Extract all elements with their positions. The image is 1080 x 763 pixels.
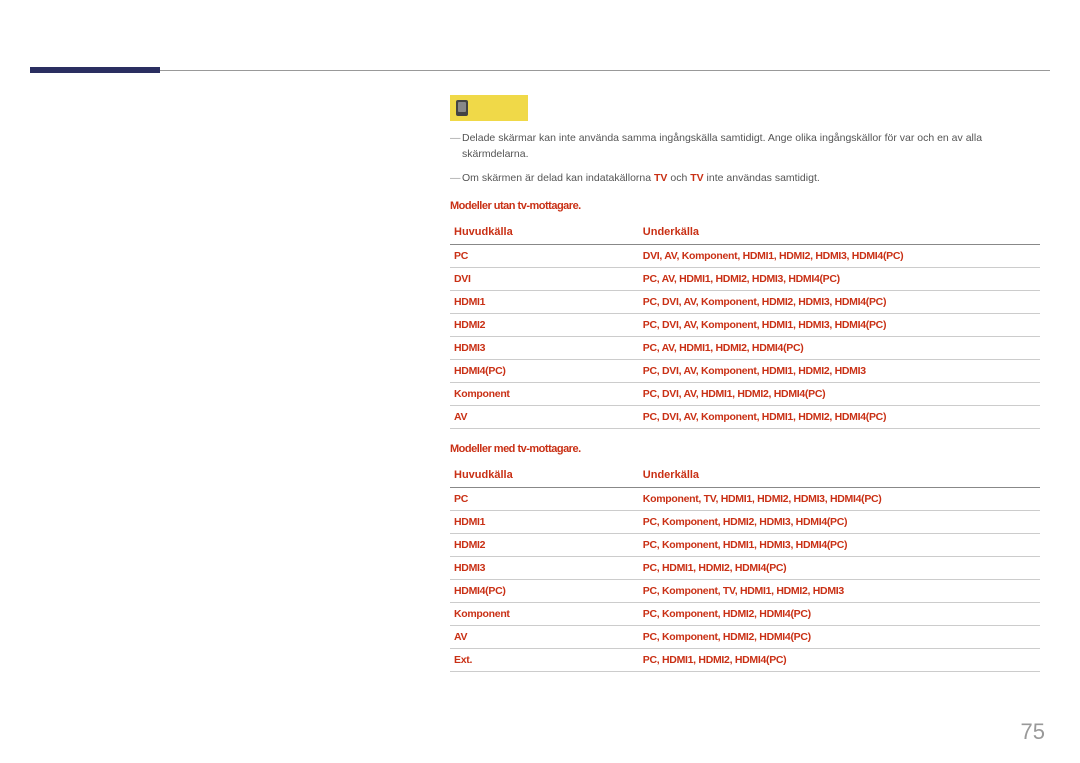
table1-cell: PC, AV, HDMI1, HDMI2, HDMI4(PC)	[639, 337, 1040, 360]
table-row: Ext.PC, HDMI1, HDMI2, HDMI4(PC)	[450, 649, 1040, 672]
table2-cell: PC, Komponent, HDMI2, HDMI4(PC)	[639, 603, 1040, 626]
main-content: Delade skärmar kan inte använda samma in…	[450, 95, 1040, 672]
note2-mid: och	[667, 172, 690, 184]
table-row: DVIPC, AV, HDMI1, HDMI2, HDMI3, HDMI4(PC…	[450, 268, 1040, 291]
note2-prefix: Om skärmen är delad kan indatakällorna	[462, 172, 654, 184]
table-row: KomponentPC, Komponent, HDMI2, HDMI4(PC)	[450, 603, 1040, 626]
highlight-badge	[450, 95, 528, 121]
table1-header-0: Huvudkälla	[450, 220, 639, 245]
table1-cell: PC, DVI, AV, Komponent, HDMI1, HDMI3, HD…	[639, 314, 1040, 337]
table2-cell: PC	[450, 488, 639, 511]
table2-cell: PC, Komponent, HDMI2, HDMI3, HDMI4(PC)	[639, 511, 1040, 534]
table2-header-1: Underkälla	[639, 463, 1040, 488]
table-row: HDMI3PC, AV, HDMI1, HDMI2, HDMI4(PC)	[450, 337, 1040, 360]
table2-cell: PC, Komponent, HDMI1, HDMI3, HDMI4(PC)	[639, 534, 1040, 557]
table-row: HDMI2PC, Komponent, HDMI1, HDMI3, HDMI4(…	[450, 534, 1040, 557]
device-icon	[456, 100, 468, 116]
table2-cell: Komponent, TV, HDMI1, HDMI2, HDMI3, HDMI…	[639, 488, 1040, 511]
table1-cell: AV	[450, 406, 639, 429]
table1-cell: PC	[450, 245, 639, 268]
table-row: HDMI1PC, DVI, AV, Komponent, HDMI2, HDMI…	[450, 291, 1040, 314]
table1-cell: DVI	[450, 268, 639, 291]
table2-cell: PC, HDMI1, HDMI2, HDMI4(PC)	[639, 649, 1040, 672]
section2-title: Modeller med tv-mottagare.	[450, 443, 1040, 455]
table-row: AVPC, DVI, AV, Komponent, HDMI1, HDMI2, …	[450, 406, 1040, 429]
table-row: PCDVI, AV, Komponent, HDMI1, HDMI2, HDMI…	[450, 245, 1040, 268]
table2-cell: Ext.	[450, 649, 639, 672]
table1-header-1: Underkälla	[639, 220, 1040, 245]
table1-cell: PC, AV, HDMI1, HDMI2, HDMI3, HDMI4(PC)	[639, 268, 1040, 291]
table-row: AVPC, Komponent, HDMI2, HDMI4(PC)	[450, 626, 1040, 649]
table2-cell: AV	[450, 626, 639, 649]
table1-cell: PC, DVI, AV, Komponent, HDMI2, HDMI3, HD…	[639, 291, 1040, 314]
header-divider	[30, 70, 1050, 71]
table2-header-0: Huvudkälla	[450, 463, 639, 488]
note-text-1: Delade skärmar kan inte använda samma in…	[450, 131, 1040, 163]
table1-cell: HDMI1	[450, 291, 639, 314]
table1-cell: DVI, AV, Komponent, HDMI1, HDMI2, HDMI3,…	[639, 245, 1040, 268]
table2-cell: Komponent	[450, 603, 639, 626]
table1-cell: HDMI4(PC)	[450, 360, 639, 383]
table-row: KomponentPC, DVI, AV, HDMI1, HDMI2, HDMI…	[450, 383, 1040, 406]
table2-cell: HDMI3	[450, 557, 639, 580]
table-1: Huvudkälla Underkälla PCDVI, AV, Kompone…	[450, 220, 1040, 429]
table-row: HDMI4(PC)PC, Komponent, TV, HDMI1, HDMI2…	[450, 580, 1040, 603]
section1-title: Modeller utan tv-mottagare.	[450, 200, 1040, 212]
note2-src2: TV	[690, 172, 703, 184]
table1-cell: PC, DVI, AV, Komponent, HDMI1, HDMI2, HD…	[639, 406, 1040, 429]
table2-cell: HDMI4(PC)	[450, 580, 639, 603]
note1-content: Delade skärmar kan inte använda samma in…	[462, 132, 982, 160]
note2-suffix: inte användas samtidigt.	[704, 172, 820, 184]
table2-cell: PC, Komponent, HDMI2, HDMI4(PC)	[639, 626, 1040, 649]
table1-cell: Komponent	[450, 383, 639, 406]
table-row: HDMI3PC, HDMI1, HDMI2, HDMI4(PC)	[450, 557, 1040, 580]
table1-cell: PC, DVI, AV, Komponent, HDMI1, HDMI2, HD…	[639, 360, 1040, 383]
table2-cell: HDMI1	[450, 511, 639, 534]
table-row: HDMI2PC, DVI, AV, Komponent, HDMI1, HDMI…	[450, 314, 1040, 337]
table1-cell: PC, DVI, AV, HDMI1, HDMI2, HDMI4(PC)	[639, 383, 1040, 406]
table1-cell: HDMI3	[450, 337, 639, 360]
note-text-2: Om skärmen är delad kan indatakällorna T…	[450, 171, 1040, 187]
table-row: HDMI1PC, Komponent, HDMI2, HDMI3, HDMI4(…	[450, 511, 1040, 534]
page-number: 75	[1021, 719, 1045, 745]
header-accent-bar	[30, 67, 160, 73]
table2-cell: PC, HDMI1, HDMI2, HDMI4(PC)	[639, 557, 1040, 580]
table2-cell: HDMI2	[450, 534, 639, 557]
table-row: HDMI4(PC)PC, DVI, AV, Komponent, HDMI1, …	[450, 360, 1040, 383]
note2-src1: TV	[654, 172, 667, 184]
table-row: PCKomponent, TV, HDMI1, HDMI2, HDMI3, HD…	[450, 488, 1040, 511]
table1-cell: HDMI2	[450, 314, 639, 337]
table2-cell: PC, Komponent, TV, HDMI1, HDMI2, HDMI3	[639, 580, 1040, 603]
table-2: Huvudkälla Underkälla PCKomponent, TV, H…	[450, 463, 1040, 672]
